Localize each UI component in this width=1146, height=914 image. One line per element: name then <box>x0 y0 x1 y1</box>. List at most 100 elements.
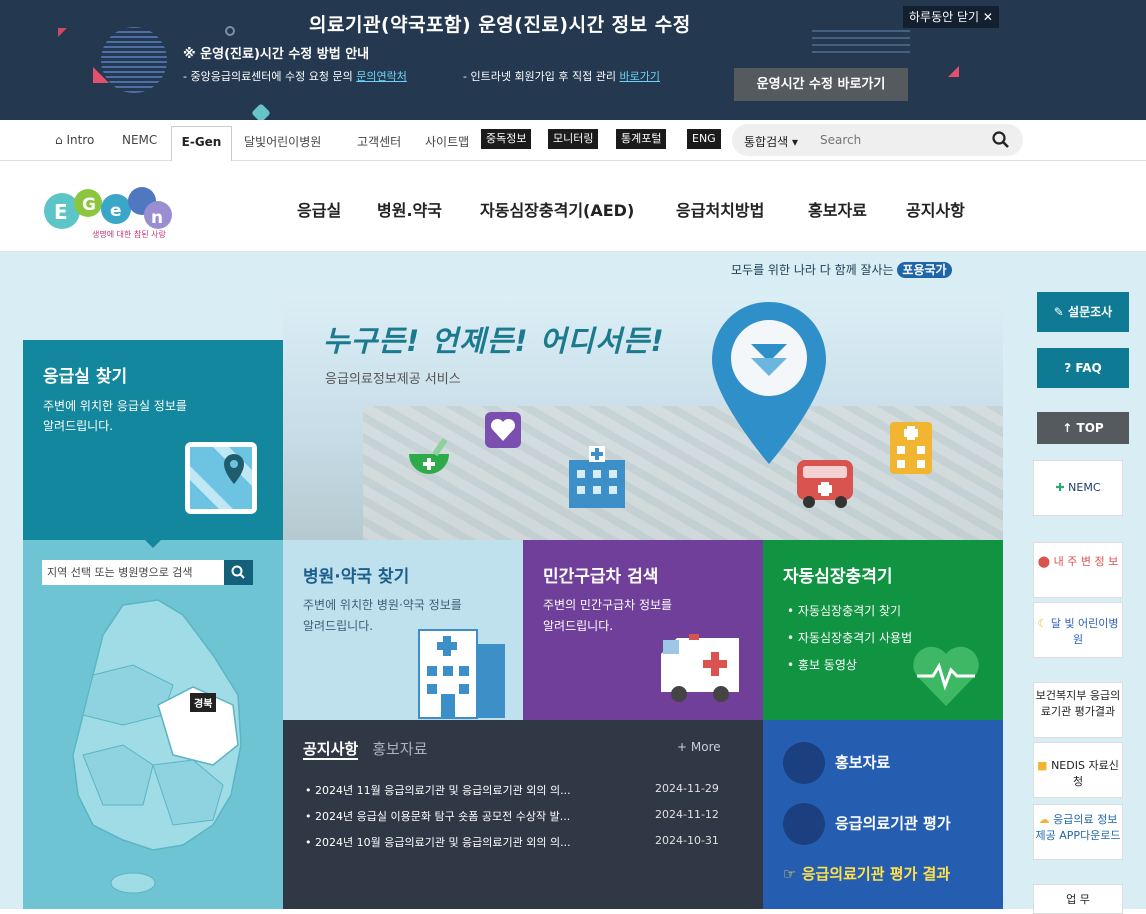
promo-panel: 홍보자료 응급의료기관 평가 ☞ 응급의료기관 평가 결과 <box>763 720 1003 909</box>
decor-triangle <box>948 66 959 77</box>
poison-info-button[interactable]: 중독정보 <box>481 129 532 149</box>
news-item[interactable]: • 2024년 10월 응급의료기관 및 응급의료기관 외의 의... 2024-… <box>305 834 725 850</box>
decor-wave <box>812 30 910 56</box>
contact-link[interactable]: 문의연락처 <box>356 70 407 83</box>
aed-usage-link[interactable]: • 자동심장충격기 사용법 <box>787 625 912 652</box>
search-bar: 통합검색 ▾ <box>732 124 1023 156</box>
arrow-up-icon: ↑ <box>1062 421 1073 435</box>
location-pin-icon: ⬤ <box>1037 555 1051 568</box>
moon-hospital-link[interactable]: 달빛어린이병원 <box>244 133 321 150</box>
folder-icon: ■ <box>1037 759 1048 772</box>
mohw-evaluation-banner[interactable]: 보건복지부 응급의료기관 평가결과 <box>1033 682 1123 738</box>
monitoring-button[interactable]: 모니터링 <box>548 129 599 149</box>
nemc-link[interactable]: NEMC <box>122 133 157 147</box>
region-search-input[interactable]: 지역 선택 또는 병원명으로 검색 <box>42 560 224 585</box>
hero-visual: 누구든! 언제든! 어디서든! 응급의료정보제공 서비스 <box>283 296 1003 540</box>
pharmacy-bowl-icon <box>409 437 449 474</box>
intro-link[interactable]: ⌂ Intro <box>55 133 94 147</box>
nemc-banner[interactable]: ✚ NEMC <box>1033 460 1123 516</box>
nearby-info-banner[interactable]: ⬤ 내 주 변 정 보 <box>1033 542 1123 598</box>
search-scope-select[interactable]: 통합검색 ▾ <box>744 133 798 150</box>
aed-title: 자동심장충격기 <box>783 567 893 587</box>
work-banner[interactable]: 업 무 <box>1033 884 1123 914</box>
news-item[interactable]: • 2024년 11월 응급의료기관 및 응급의료기관 외의 의... 2024-… <box>305 782 725 798</box>
aed-card[interactable]: 자동심장충격기 • 자동심장충격기 찾기 • 자동심장충격기 사용법 • 홍보 … <box>763 540 1003 720</box>
sitemap-link[interactable]: 사이트맵 <box>425 133 469 150</box>
slogan: 모두를 위한 나라 다 함께 잘사는 포용국가 <box>731 261 952 278</box>
survey-button[interactable]: ✎ 설문조사 <box>1037 292 1129 332</box>
ambulance-desc: 주변의 민간구급차 정보를 알려드립니다. <box>543 598 673 633</box>
ambulance-icon <box>797 460 853 508</box>
banner-method-1: - 중앙응급의료센터에 수정 요청 문의 문의연락처 <box>183 70 407 83</box>
moon-icon: ☾ <box>1037 617 1048 630</box>
news-tabs: 공지사항 홍보자료 <box>303 738 427 760</box>
close-icon: ✕ <box>982 10 993 24</box>
svg-text:생명에 대한 참된 사랑: 생명에 대한 참된 사랑 <box>92 229 167 239</box>
heart-pulse-icon <box>913 646 979 706</box>
top-notice-banner: 의료기관(약국포함) 운영(진료)시간 정보 수정 ※ 운영(진료)시간 수정 … <box>0 0 1146 123</box>
news-item[interactable]: • 2024년 응급실 이용문화 탐구 숏폼 공모전 수상작 발... 2024-… <box>305 808 725 824</box>
region-map-panel: 지역 선택 또는 병원명으로 검색 경북 <box>23 540 283 909</box>
shortcut-link[interactable]: 바로가기 <box>620 70 660 83</box>
utility-nav: ⌂ Intro NEMC E-Gen 달빛어린이병원 고객센터 사이트맵 중독정… <box>0 120 1146 162</box>
menu-hospital[interactable]: 병원.약국 <box>377 197 442 221</box>
decor-triangle <box>58 28 67 37</box>
korea-map[interactable] <box>63 595 243 895</box>
app-download-banner[interactable]: ☁ 응급의료 정보제공 APP다운로드 <box>1033 804 1123 860</box>
er-desc: 주변에 위치한 응급실 정보를 알려드립니다. <box>43 399 187 433</box>
home-icon: ⌂ <box>55 133 63 147</box>
tab-promo[interactable]: 홍보자료 <box>372 740 427 758</box>
search-input[interactable] <box>820 130 990 150</box>
eng-button[interactable]: ENG <box>687 129 721 149</box>
egen-logo[interactable]: E G e n 생명에 대한 참된 사랑 <box>42 179 182 241</box>
svg-text:G: G <box>82 195 96 215</box>
more-link[interactable]: + More <box>677 740 721 754</box>
private-ambulance-card[interactable]: 민간구급차 검색 주변의 민간구급차 정보를 알려드립니다. <box>523 540 763 720</box>
stats-portal-button[interactable]: 통계포털 <box>616 129 667 149</box>
ambulance-icon <box>661 634 739 702</box>
evaluation-result-link[interactable]: ☞ 응급의료기관 평가 결과 <box>783 863 950 884</box>
document-icon <box>783 803 825 845</box>
hero-headline: 누구든! 언제든! 어디서든! <box>323 324 665 358</box>
faq-button[interactable]: ? FAQ <box>1037 348 1129 388</box>
film-reel-icon <box>783 742 825 784</box>
ambulance-title: 민간구급차 검색 <box>543 567 659 587</box>
promo-material-link[interactable]: 홍보자료 <box>783 742 890 784</box>
edit-hours-button[interactable]: 운영시간 수정 바로가기 <box>734 68 908 101</box>
tab-egen[interactable]: E-Gen <box>171 126 232 162</box>
location-pin-icon <box>712 302 826 464</box>
menu-first-aid[interactable]: 응급처치방법 <box>676 197 764 221</box>
map-pin-icon <box>185 442 257 514</box>
pointing-hand-icon: ☞ <box>783 865 797 883</box>
nemc-logo-icon: ✚ <box>1055 481 1065 494</box>
cloud-download-icon: ☁ <box>1038 813 1050 826</box>
hospital-title: 병원·약국 찾기 <box>303 567 410 587</box>
menu-promo[interactable]: 홍보자료 <box>808 197 867 221</box>
news-panel: 공지사항 홍보자료 + More • 2024년 11월 응급의료기관 및 응급의… <box>283 720 763 909</box>
building-icon <box>418 629 505 719</box>
tab-notice[interactable]: 공지사항 <box>303 740 359 760</box>
aed-find-link[interactable]: • 자동심장충격기 찾기 <box>787 598 912 625</box>
evaluation-link[interactable]: 응급의료기관 평가 <box>783 803 951 845</box>
hospital-pharmacy-card[interactable]: 병원·약국 찾기 주변에 위치한 병원·약국 정보를 알려드립니다. <box>283 540 523 720</box>
close-today-button[interactable]: 하루동안 닫기 ✕ <box>903 6 999 28</box>
hero-subline: 응급의료정보제공 서비스 <box>325 372 461 387</box>
moon-hospital-banner[interactable]: ☾ 달 빛 어린이병원 <box>1033 602 1123 658</box>
svg-text:E: E <box>54 200 68 224</box>
aed-video-link[interactable]: • 홍보 동영상 <box>787 652 912 679</box>
search-icon[interactable] <box>224 560 253 585</box>
er-finder-card[interactable]: 응급실 찾기 주변에 위치한 응급실 정보를 알려드립니다. <box>23 340 283 540</box>
menu-aed[interactable]: 자동심장충격기(AED) <box>480 197 634 221</box>
decor-circle <box>101 27 167 93</box>
search-icon[interactable] <box>991 130 1011 150</box>
top-button[interactable]: ↑ TOP <box>1037 412 1129 444</box>
banner-method-2: - 인트라넷 회원가입 후 직접 관리 바로가기 <box>463 70 660 83</box>
menu-er[interactable]: 응급실 <box>297 197 341 221</box>
svg-text:e: e <box>110 201 122 221</box>
nedis-banner[interactable]: ■ NEDIS 자료신청 <box>1033 742 1123 798</box>
customer-center-link[interactable]: 고객센터 <box>357 133 401 150</box>
caret-down-icon: ▾ <box>792 135 799 149</box>
selected-region-label: 경북 <box>190 693 217 712</box>
svg-text:n: n <box>151 208 163 228</box>
menu-notice[interactable]: 공지사항 <box>906 197 965 221</box>
